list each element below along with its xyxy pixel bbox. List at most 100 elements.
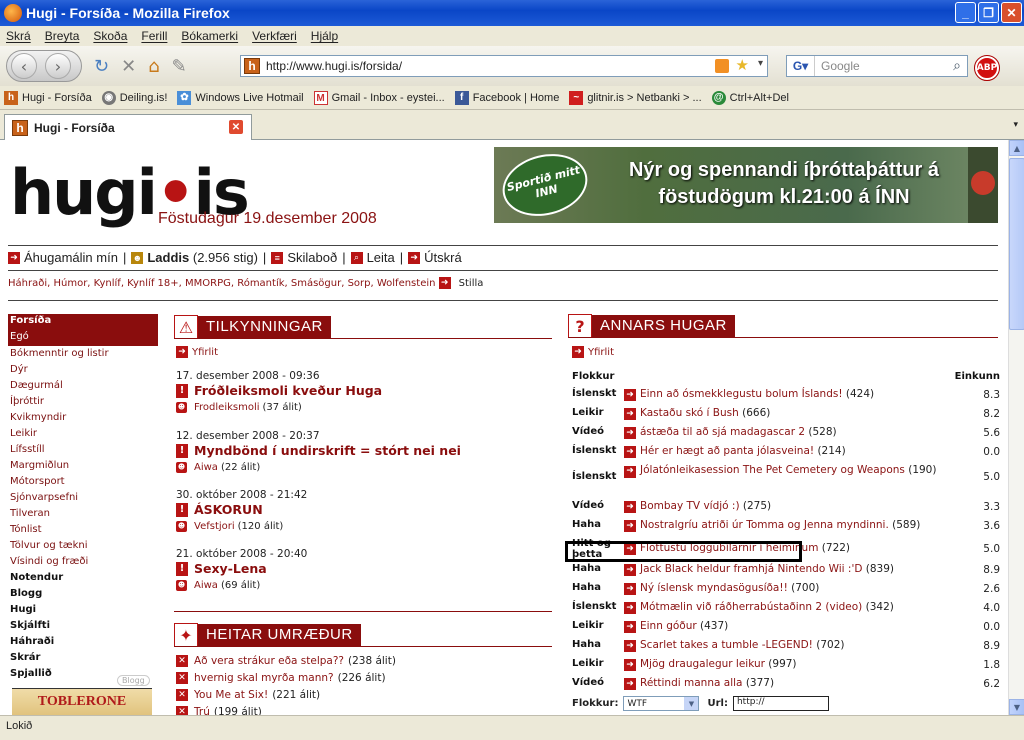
tab-list-icon[interactable]: ▾ — [1013, 120, 1018, 130]
nav-item[interactable]: Dýr — [8, 362, 158, 378]
nav-item-ego[interactable]: Egó — [8, 330, 158, 346]
table-row[interactable]: Leikir ➜ Mjög draugalegur leikur (997) 1.8 — [572, 655, 1000, 674]
table-row[interactable]: Vídeó ➜ Réttindi manna alla (377) 6.2 — [572, 674, 1000, 693]
banner-ad[interactable]: Sportið mitt INN Nýr og spennandi íþrótt… — [494, 147, 998, 223]
table-row[interactable]: Vídeó ➜ Bombay TV vídjó :) (275) 3.3 — [572, 497, 1000, 516]
hot-discussion-item[interactable]: ✕ You Me at Six! (221 álit) — [176, 686, 556, 703]
blog-badge[interactable]: Blogg — [117, 675, 150, 686]
vertical-scrollbar[interactable]: ▲ ▼ — [1008, 140, 1024, 715]
hot-discussion-item[interactable]: ✕ Að vera strákur eða stelpa?? (238 álit) — [176, 652, 556, 669]
forward-button[interactable]: › — [45, 53, 71, 79]
favorite-interests-list[interactable]: Háhraði, Húmor, Kynlíf, Kynlíf 18+, MMOR… — [8, 278, 435, 289]
nav-item[interactable]: Sjónvarpsefni — [8, 490, 158, 506]
toblerone-ad[interactable]: TOBLERONE — [12, 688, 152, 715]
nav-item[interactable]: Tónlist — [8, 522, 158, 538]
bookmark-facebook[interactable]: f Facebook | Home — [454, 90, 559, 105]
nav-item[interactable]: Tölvur og tækni — [8, 538, 158, 554]
author-link[interactable]: Aiwa — [194, 580, 218, 591]
menu-edit[interactable]: Breyta — [45, 29, 80, 43]
search-placeholder[interactable]: Google — [821, 59, 860, 73]
nav-item[interactable]: Vísindi og fræði — [8, 554, 158, 570]
nav-item[interactable]: Tilveran — [8, 506, 158, 522]
logout-link[interactable]: Útskrá — [424, 250, 462, 265]
nav-item[interactable]: Blogg — [8, 586, 158, 602]
menu-tools[interactable]: Verkfæri — [252, 29, 297, 43]
search-box[interactable]: G▾ Google ⌕ — [786, 55, 968, 77]
search-link[interactable]: Leita — [367, 250, 395, 265]
bookmark-gmail[interactable]: M Gmail - Inbox - eystei... — [313, 90, 445, 105]
search-icon[interactable]: ⌕ — [953, 57, 961, 74]
nav-item[interactable]: Kvikmyndir — [8, 410, 158, 426]
back-button[interactable]: ‹ — [11, 53, 37, 79]
bookmark-hotmail[interactable]: ✿ Windows Live Hotmail — [177, 90, 304, 105]
address-bar[interactable]: h http://www.hugi.is/forsida/ ★ ▾ — [240, 55, 768, 77]
table-row[interactable]: Haha ➜ Scarlet takes a tumble -LEGEND! (70… — [572, 636, 1000, 655]
bookmark-glitnir[interactable]: ~ glitnir.is > Netbanki > ... — [569, 90, 702, 105]
tab-close-icon[interactable]: ✕ — [229, 120, 243, 134]
hot-discussion-item[interactable]: ✕ hvernig skal myrða mann? (226 álit) — [176, 669, 556, 686]
table-row[interactable]: Vídeó ➜ ástæða til að sjá madagascar 2 (52… — [572, 423, 1000, 442]
settings-link[interactable]: Stilla — [459, 278, 484, 289]
nav-item[interactable]: Lífsstíll — [8, 442, 158, 458]
menu-bookmarks[interactable]: Bókamerki — [181, 29, 238, 43]
table-row[interactable]: Haha ➜ Jack Black heldur framhjá Nintendo … — [572, 560, 1000, 579]
others-overview[interactable]: ➜ Yfirlit — [572, 346, 614, 358]
address-text[interactable]: http://www.hugi.is/forsida/ — [266, 59, 402, 73]
nav-item[interactable]: Skrár — [8, 650, 158, 666]
nav-item[interactable]: Skjálfti — [8, 618, 158, 634]
scroll-down-icon[interactable]: ▼ — [1009, 699, 1024, 715]
scroll-thumb[interactable] — [1009, 158, 1024, 330]
address-dropdown-icon[interactable]: ▾ — [758, 58, 763, 69]
scroll-up-icon[interactable]: ▲ — [1009, 140, 1024, 156]
arrow-icon: ➜ — [624, 408, 636, 420]
nav-item[interactable]: Bókmenntir og listir — [8, 346, 158, 362]
nav-item[interactable]: Háhraði — [8, 634, 158, 650]
nav-item[interactable]: Mótorsport — [8, 474, 158, 490]
bookmark-deiling[interactable]: ◉ Deiling.is! — [101, 90, 167, 105]
table-row[interactable]: Íslenskt ➜ Hér er hægt að panta jólasveina… — [572, 442, 1000, 461]
nav-item[interactable]: Hugi — [8, 602, 158, 618]
bookmark-hugi[interactable]: h Hugi - Forsíða — [4, 90, 92, 105]
bookmark-star-icon[interactable]: ★ — [736, 56, 749, 74]
author-link[interactable]: Frodleiksmoli — [194, 402, 260, 413]
menu-history[interactable]: Ferill — [141, 29, 167, 43]
rss-icon[interactable] — [715, 59, 729, 73]
bookmark-ctrlaltdel[interactable]: @ Ctrl+Alt+Del — [711, 90, 789, 105]
adblock-icon[interactable]: ABP — [974, 55, 1000, 81]
tab-hugi[interactable]: h Hugi - Forsíða ✕ — [4, 114, 252, 140]
maximize-button[interactable]: ❐ — [978, 2, 999, 23]
table-row[interactable]: Haha ➜ Nostralgríu atriði úr Tomma og Jenn… — [572, 516, 1000, 535]
home-icon[interactable]: ⌂ — [148, 56, 159, 77]
minimize-button[interactable]: _ — [955, 2, 976, 23]
menu-file[interactable]: Skrá — [6, 29, 31, 43]
username-link[interactable]: Laddis — [147, 250, 189, 265]
table-row[interactable]: Leikir ➜ Kastaðu skó í Bush (666) 8.2 — [572, 404, 1000, 423]
my-interests-link[interactable]: Áhugamálin mín — [24, 250, 118, 265]
stop-icon[interactable]: ✕ — [121, 56, 136, 77]
url-input[interactable]: http:// — [732, 696, 829, 711]
category-select[interactable]: WTF ▼ — [623, 696, 700, 711]
nav-item[interactable]: Leikir — [8, 426, 158, 442]
nav-item[interactable]: Margmiðlun — [8, 458, 158, 474]
reload-icon[interactable]: ↻ — [94, 56, 109, 77]
table-row[interactable]: Haha ➜ Ný íslensk myndasögusíða!! (700) 2.6 — [572, 579, 1000, 598]
nav-item[interactable]: Notendur — [8, 570, 158, 586]
close-button[interactable]: ✕ — [1001, 2, 1022, 23]
extension-icon[interactable]: ✎ — [172, 56, 187, 77]
table-row[interactable]: Íslenskt ➜ Einn að ósmekklegustu bolum Ísl… — [572, 385, 1000, 404]
author-link[interactable]: Aiwa — [194, 462, 218, 473]
author-link[interactable]: Vefstjori — [194, 521, 235, 532]
announcements-overview[interactable]: ➜ Yfirlit — [176, 346, 218, 358]
table-row[interactable]: Íslenskt ➜ Jólatónleikasession The Pet Cem… — [572, 461, 1000, 497]
hot-discussion-item[interactable]: ✕ Trú (199 álit) — [176, 703, 556, 715]
nav-item[interactable]: Íþróttir — [8, 394, 158, 410]
menu-view[interactable]: Skoða — [93, 29, 127, 43]
table-row[interactable]: Íslenskt ➜ Mótmælin við ráðherrabústaðinn … — [572, 598, 1000, 617]
menu-help[interactable]: Hjálp — [311, 29, 338, 43]
nav-item-forsida[interactable]: Forsíða — [8, 314, 158, 330]
chevron-down-icon[interactable]: ▼ — [684, 697, 699, 710]
table-row[interactable]: Leikir ➜ Einn góður (437) 0.0 — [572, 617, 1000, 636]
google-engine-icon[interactable]: G▾ — [787, 56, 815, 76]
nav-item[interactable]: Dægurmál — [8, 378, 158, 394]
messages-link[interactable]: Skilaboð — [287, 250, 337, 265]
